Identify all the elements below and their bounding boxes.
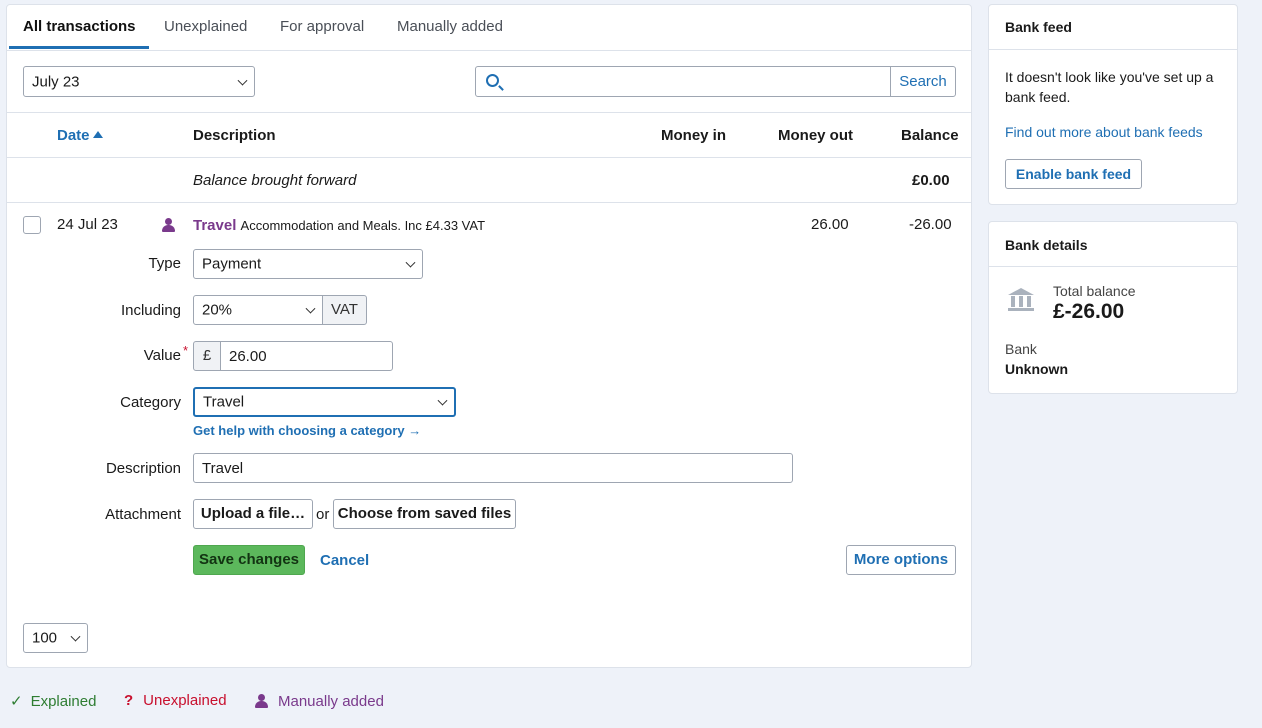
- month-select-value: July 23: [32, 73, 80, 90]
- tab-manually-added[interactable]: Manually added: [397, 18, 503, 35]
- transaction-description[interactable]: Travel Accommodation and Meals. Inc £4.3…: [193, 217, 485, 234]
- money-in-column-header: Money in: [661, 127, 727, 144]
- save-changes-button[interactable]: Save changes: [193, 545, 305, 575]
- category-select-value: Travel: [203, 393, 245, 411]
- description-input[interactable]: Travel: [193, 453, 793, 483]
- bank-name-value: Unknown: [1005, 361, 1068, 377]
- active-tab-indicator: [9, 46, 149, 49]
- search-button[interactable]: Search: [890, 66, 956, 97]
- bank-name-label: Bank: [1005, 341, 1037, 357]
- transaction-detail: Accommodation and Meals. Inc £4.33 VAT: [240, 218, 486, 233]
- category-label: Category: [120, 394, 181, 411]
- bank-details-panel: Bank details Total balance £-26.00 Bank …: [988, 221, 1238, 394]
- row-checkbox[interactable]: [23, 216, 41, 234]
- person-icon: [161, 218, 175, 232]
- divider: [989, 266, 1237, 267]
- legend-unexplained: ? Unexplained: [124, 692, 227, 709]
- chevron-down-icon: [437, 395, 448, 406]
- attachment-label: Attachment: [105, 506, 181, 523]
- type-label: Type: [148, 255, 181, 272]
- description-label: Description: [105, 460, 181, 477]
- per-page-value: 100: [32, 629, 58, 647]
- transaction-date: 24 Jul 23: [57, 216, 118, 233]
- sort-ascending-icon: [92, 131, 103, 138]
- transaction-balance: -26.00: [909, 216, 952, 233]
- bank-feed-info-link[interactable]: Find out more about bank feeds: [1005, 124, 1203, 140]
- bank-details-title: Bank details: [1005, 237, 1088, 253]
- balance-forward-label: Balance brought forward: [193, 172, 357, 189]
- category-help-link[interactable]: Get help with choosing a category →: [193, 423, 421, 438]
- bank-feed-title: Bank feed: [1005, 19, 1072, 35]
- description-column-header: Description: [193, 127, 276, 144]
- choose-saved-files-button[interactable]: Choose from saved files: [333, 499, 516, 529]
- tab-all-transactions[interactable]: All transactions: [23, 18, 136, 35]
- currency-addon: £: [193, 341, 221, 371]
- upload-file-button[interactable]: Upload a file…: [193, 499, 313, 529]
- balance-forward-value: £0.00: [912, 172, 950, 189]
- bank-feed-panel: Bank feed It doesn't look like you've se…: [988, 4, 1238, 205]
- type-select-value: Payment: [202, 255, 262, 273]
- tab-unexplained[interactable]: Unexplained: [164, 18, 247, 35]
- search-input[interactable]: [475, 66, 891, 97]
- value-label-text: Value: [143, 347, 181, 364]
- date-column-header[interactable]: Date: [57, 127, 103, 144]
- legend-explained: ✓ Explained: [10, 692, 96, 710]
- required-marker: *: [182, 343, 188, 358]
- date-header-label: Date: [57, 127, 90, 144]
- legend-manually-added: Manually added: [254, 692, 384, 710]
- money-out-column-header: Money out: [778, 127, 853, 144]
- vat-rate-select[interactable]: 20%: [193, 295, 323, 325]
- legend-unexplained-label: Unexplained: [143, 692, 227, 709]
- tab-for-approval[interactable]: For approval: [280, 18, 364, 35]
- more-options-button[interactable]: More options: [846, 545, 956, 575]
- vat-rate-value: 20%: [202, 301, 233, 319]
- legend-manually-added-label: Manually added: [278, 693, 384, 710]
- description-input-text: Travel: [202, 459, 244, 477]
- value-label: Value *: [61, 343, 188, 364]
- value-input[interactable]: 26.00: [220, 341, 393, 371]
- transaction-category: Travel: [193, 217, 237, 234]
- divider: [989, 49, 1237, 50]
- total-balance-label: Total balance: [1053, 283, 1136, 299]
- value-input-text: 26.00: [229, 347, 267, 365]
- checkmark-icon: ✓: [10, 693, 23, 710]
- enable-bank-feed-button[interactable]: Enable bank feed: [1005, 159, 1142, 189]
- month-select[interactable]: July 23: [23, 66, 255, 97]
- chevron-down-icon: [70, 631, 81, 642]
- type-select[interactable]: Payment: [193, 249, 423, 279]
- chevron-down-icon: [305, 303, 316, 314]
- transaction-money-out: 26.00: [811, 216, 849, 233]
- including-label: Including: [120, 302, 181, 319]
- divider: [7, 202, 971, 203]
- divider: [7, 157, 971, 158]
- per-page-select[interactable]: 100: [23, 623, 88, 653]
- person-icon: [254, 694, 268, 708]
- cancel-link[interactable]: Cancel: [320, 552, 369, 569]
- bank-feed-message: It doesn't look like you've set up a ban…: [1005, 69, 1214, 105]
- chevron-down-icon: [405, 257, 416, 268]
- category-select[interactable]: Travel: [193, 387, 456, 417]
- balance-column-header: Balance: [901, 127, 959, 144]
- divider: [7, 112, 971, 113]
- transactions-card: All transactions Unexplained For approva…: [6, 4, 972, 668]
- search-icon: [486, 74, 499, 87]
- vat-addon: VAT: [322, 295, 367, 325]
- bank-icon: [1008, 288, 1034, 312]
- legend-explained-label: Explained: [30, 693, 97, 710]
- total-balance-value: £-26.00: [1053, 300, 1125, 323]
- chevron-down-icon: [237, 75, 248, 86]
- or-text: or: [316, 506, 330, 523]
- tab-bar: All transactions Unexplained For approva…: [7, 5, 971, 51]
- question-mark-icon: ?: [124, 692, 134, 709]
